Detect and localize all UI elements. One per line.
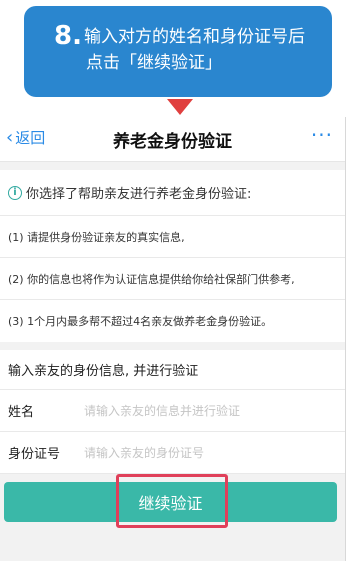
form-section-title-text: 输入亲友的身份信息, 并进行验证 bbox=[8, 364, 199, 379]
name-label: 姓名 bbox=[8, 405, 35, 420]
page-title: 养老金身份验证 bbox=[113, 132, 232, 152]
instruction-callout: 8. 输入对方的姓名和身份证号后 点击「继续验证」 bbox=[24, 6, 332, 97]
more-options-icon[interactable]: ··· bbox=[311, 123, 333, 147]
callout-line-2: 点击「继续验证」 bbox=[86, 53, 222, 73]
list-item: (3) 1个月内最多帮不超过4名亲友做养老金身份验证。 bbox=[0, 300, 345, 342]
highlight-box bbox=[116, 474, 228, 528]
id-number-input[interactable] bbox=[84, 445, 314, 460]
list-item: (2) 你的信息也将作为认证信息提供给你给社保部门供参考, bbox=[0, 258, 345, 300]
id-field-row: 身份证号 bbox=[0, 432, 345, 474]
list-item-text: (2) 你的信息也将作为认证信息提供给你给社保部门供参考, bbox=[8, 272, 295, 286]
info-icon: i bbox=[8, 185, 22, 200]
form-card: 输入亲友的身份信息, 并进行验证 姓名 身份证号 bbox=[0, 350, 345, 474]
id-number-label: 身份证号 bbox=[8, 447, 61, 462]
notice-card: i 你选择了帮助亲友进行养老金身份验证: (1) 请提供身份验证亲友的真实信息,… bbox=[0, 170, 345, 342]
step-number: 8. bbox=[54, 21, 82, 51]
form-section-title: 输入亲友的身份信息, 并进行验证 bbox=[0, 350, 345, 390]
name-input[interactable] bbox=[84, 403, 314, 418]
notice-row: i 你选择了帮助亲友进行养老金身份验证: bbox=[0, 170, 345, 216]
list-item-text: (3) 1个月内最多帮不超过4名亲友做养老金身份验证。 bbox=[8, 315, 273, 328]
name-field-row: 姓名 bbox=[0, 390, 345, 432]
continue-verify-button[interactable]: 继续验证 bbox=[4, 474, 337, 528]
list-item: (1) 请提供身份验证亲友的真实信息, bbox=[0, 216, 345, 258]
callout-line-1: 输入对方的姓名和身份证号后 bbox=[84, 27, 305, 47]
phone-screen: ‹ 返回 养老金身份验证 ··· i 你选择了帮助亲友进行养老金身份验证: (1… bbox=[0, 117, 346, 561]
list-item-text: (1) 请提供身份验证亲友的真实信息, bbox=[8, 230, 185, 244]
pointer-arrow-icon bbox=[167, 99, 193, 115]
navigation-bar: ‹ 返回 养老金身份验证 ··· bbox=[0, 117, 345, 162]
notice-text: 你选择了帮助亲友进行养老金身份验证: bbox=[26, 187, 252, 202]
button-area: 继续验证 bbox=[0, 474, 345, 528]
